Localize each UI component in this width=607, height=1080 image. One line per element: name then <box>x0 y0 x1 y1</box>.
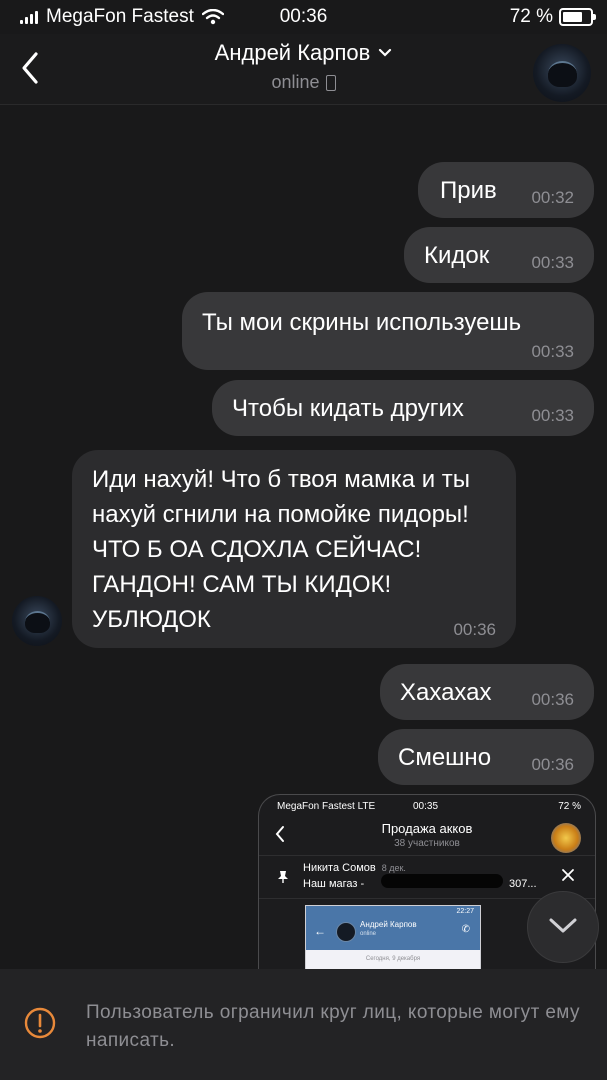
redaction-mark <box>381 874 503 888</box>
contact-name: Андрей Карпов <box>214 40 371 65</box>
message-text: Чтобы кидать других <box>232 395 464 422</box>
battery-percent: 72 % <box>509 6 553 27</box>
pinned-author: Никита Сомов <box>303 862 376 874</box>
message-time: 00:36 <box>531 690 574 709</box>
message-text: Прив <box>440 177 497 204</box>
message-text: Ты мои скрины используешь <box>202 309 522 336</box>
nested-online: online <box>360 931 377 937</box>
message-time: 00:36 <box>531 755 574 774</box>
message-time: 00:33 <box>531 406 574 425</box>
attachment-battery: 72 % <box>558 801 581 812</box>
chevron-down-icon <box>379 48 392 57</box>
attachment-group-title: Продажа акков <box>381 821 473 836</box>
message-bubble-outgoing[interactable]: Прив 00:32 <box>418 162 594 218</box>
attachment-pinned-message: Никита Сомов 8 дек. Наш магаз - 307... <box>259 856 595 899</box>
attachment-time: 00:35 <box>413 801 439 812</box>
nested-back-icon: ← <box>314 924 326 938</box>
warning-icon <box>24 1007 56 1039</box>
restriction-text: Пользователь ограничил круг лиц, которые… <box>86 1002 580 1051</box>
close-icon <box>562 869 574 881</box>
pinned-text: Наш магаз - <box>303 878 365 890</box>
pin-icon <box>278 871 288 883</box>
message-text: Кидок <box>424 242 490 269</box>
message-time: 00:36 <box>453 620 496 639</box>
contact-avatar[interactable] <box>533 44 591 102</box>
attachment-status-bar: MegaFon Fastest LTE 00:35 72 % <box>259 801 595 815</box>
attachment-carrier: MegaFon Fastest LTE <box>277 801 376 812</box>
nested-date: Сегодня, 9 декабря <box>365 956 421 962</box>
nested-phone-icon: ✆ <box>461 924 470 935</box>
contact-status: online <box>271 72 320 92</box>
message-bubble-outgoing[interactable]: Смешно 00:36 <box>378 729 594 785</box>
message-time: 00:32 <box>531 188 574 207</box>
attachment-header: Продажа акков 38 участников <box>259 817 595 856</box>
nested-time: 22:27 <box>456 908 474 915</box>
group-logo-icon <box>551 823 581 853</box>
message-time: 00:33 <box>531 253 574 272</box>
nested-contact-name: Андрей Карпов <box>360 920 417 929</box>
message-bubble-incoming[interactable]: Иди нахуй! Что б твоя мамка и ты нахуй с… <box>72 450 516 648</box>
chat-header: Андрей Карпов online <box>0 34 607 105</box>
nested-avatar <box>336 922 356 942</box>
pinned-suffix: 307... <box>509 878 537 890</box>
scroll-down-button[interactable] <box>527 891 599 963</box>
sender-avatar[interactable] <box>12 596 62 646</box>
chat-title-area[interactable]: Андрей Карпов online <box>0 40 607 93</box>
status-bar: MegaFon Fastest 00:36 72 % <box>0 0 607 34</box>
restriction-notice: Пользователь ограничил круг лиц, которые… <box>0 969 607 1080</box>
message-bubble-outgoing[interactable]: Чтобы кидать других 00:33 <box>212 380 594 436</box>
message-bubble-outgoing[interactable]: Ты мои скрины используешь 00:33 <box>182 292 594 370</box>
message-time: 00:33 <box>531 342 574 361</box>
mobile-phone-icon <box>325 74 336 91</box>
battery-icon <box>559 8 596 26</box>
status-right: 72 % <box>509 6 596 28</box>
message-text: Иди нахуй! Что б твоя мамка и ты нахуй с… <box>92 466 471 633</box>
message-bubble-outgoing[interactable]: Хахахах 00:36 <box>380 664 594 720</box>
chevron-down-icon <box>549 918 577 933</box>
nested-screenshot: 22:27 ← Андрей Карпов online ✆ Сегодня, … <box>305 905 481 970</box>
message-text: Хахахах <box>400 679 492 706</box>
attachment-group-members: 38 участников <box>394 838 460 849</box>
message-text: Смешно <box>398 744 492 771</box>
pinned-date: 8 дек. <box>381 863 406 873</box>
message-bubble-outgoing[interactable]: Кидок 00:33 <box>404 227 594 283</box>
